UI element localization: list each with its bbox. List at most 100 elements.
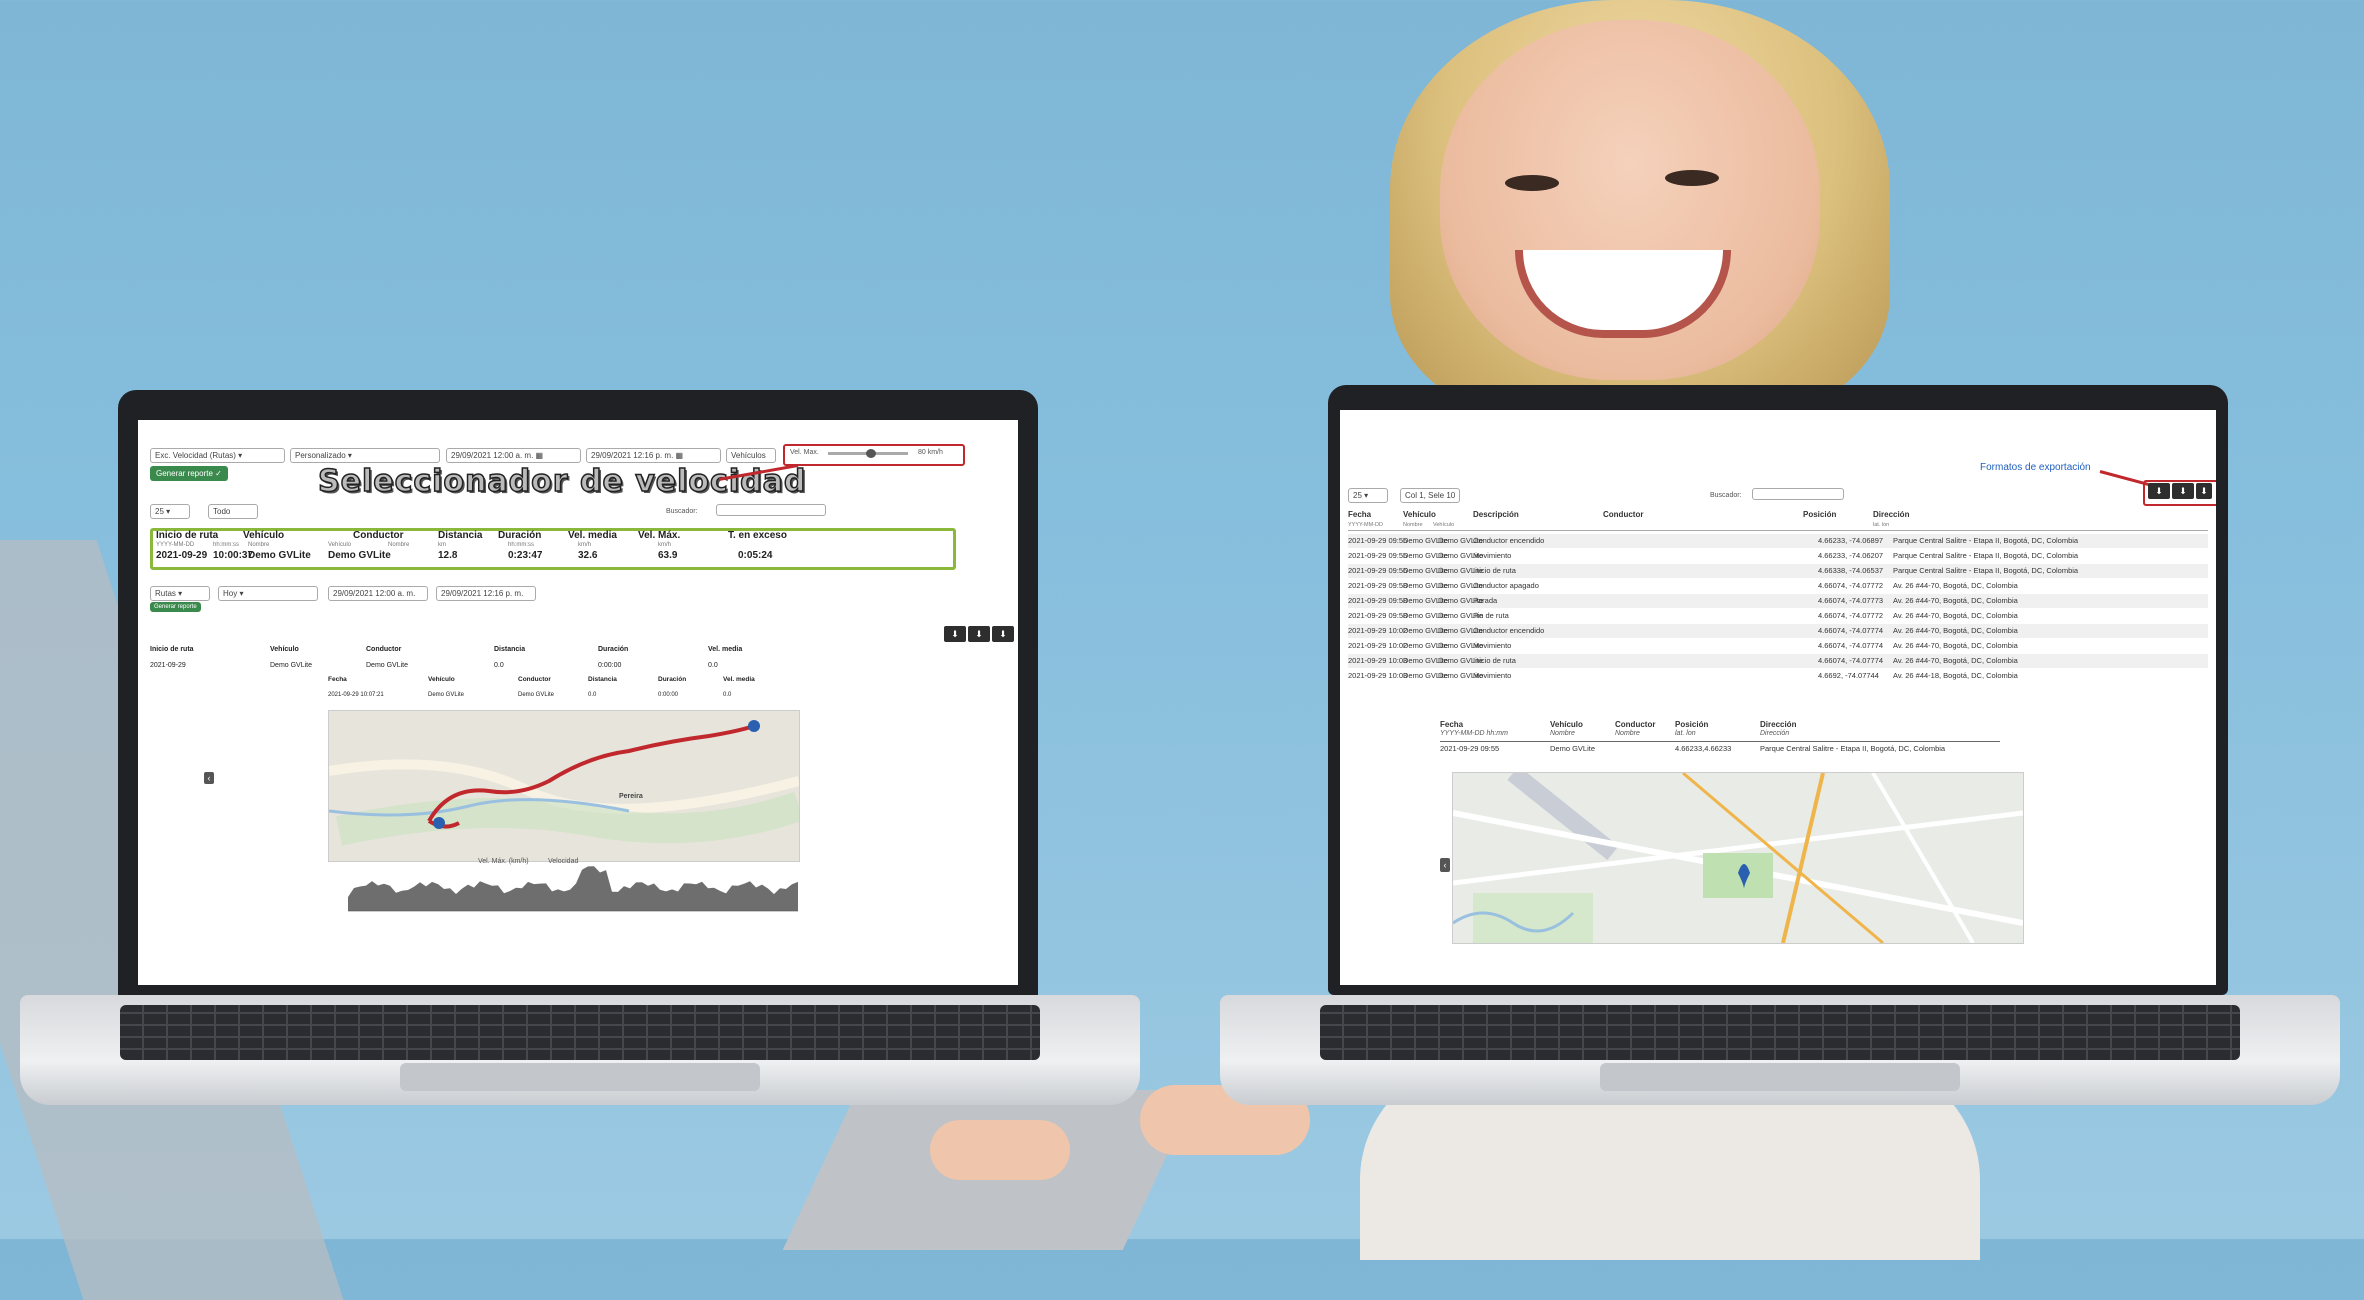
table-cell: Av. 26 #44-18, Bogotá, DC, Colombia bbox=[1893, 671, 2018, 680]
summary-unit-cell: hh:mm:ss bbox=[213, 542, 240, 548]
second-period-select[interactable]: Hoy ▾ bbox=[218, 586, 318, 601]
table-cell: 4.66233, -74.06897 bbox=[1818, 536, 1884, 545]
sub-header-cell: Conductor bbox=[518, 676, 551, 683]
export-csv-icon[interactable]: ⬇ bbox=[2196, 483, 2212, 499]
summary-header-cell[interactable]: Vel. media bbox=[568, 530, 617, 541]
detail-subheader-cell: Nombre bbox=[1615, 730, 1640, 737]
table-row[interactable]: 2021-09-29 09:55 Demo GVLite Demo GVLite Co… bbox=[1348, 534, 2208, 548]
table-cell: Av. 26 #44-70, Bogotá, DC, Colombia bbox=[1893, 626, 2018, 635]
location-map[interactable] bbox=[1452, 772, 2024, 944]
table-cell: Av. 26 #44-70, Bogotá, DC, Colombia bbox=[1893, 611, 2018, 620]
table-cell: 2021-09-29 09:55 bbox=[1348, 536, 1408, 545]
summary-header-cell[interactable]: Vehículo bbox=[243, 530, 284, 541]
table-cell: Conductor apagado bbox=[1473, 581, 1539, 590]
detail-value-cell: Demo GVLite bbox=[270, 662, 313, 669]
summary-header-cell[interactable]: Distancia bbox=[438, 530, 482, 541]
detail-header-cell[interactable]: Inicio de ruta bbox=[150, 646, 194, 653]
table-cell: Movimiento bbox=[1473, 551, 1512, 560]
table-row[interactable]: 2021-09-29 10:02 Demo GVLite Demo GVLite Co… bbox=[1348, 624, 2208, 638]
speed-slider-track[interactable] bbox=[828, 449, 908, 458]
columns-button[interactable]: Col 1, Sele 10 bbox=[1400, 488, 1460, 503]
export-csv-icon[interactable]: ⬇ bbox=[992, 626, 1014, 642]
export-pdf-icon[interactable]: ⬇ bbox=[2172, 483, 2194, 499]
map-prev-arrow-icon[interactable]: ‹ bbox=[204, 772, 214, 784]
table-row[interactable]: 2021-09-29 09:58 Demo GVLite Demo GVLite Pa… bbox=[1348, 594, 2208, 608]
detail-header-cell: Dirección bbox=[1760, 720, 1797, 729]
second-generate-button[interactable]: Generar reporte bbox=[150, 602, 201, 612]
summary-value-cell: 12.8 bbox=[438, 550, 458, 561]
search-input[interactable] bbox=[1752, 488, 1844, 500]
sub-value-cell: 0.0 bbox=[588, 692, 597, 698]
detail-value-cell: Parque Central Salitre - Etapa II, Bogot… bbox=[1760, 744, 1946, 753]
summary-header-cell[interactable]: Duración bbox=[498, 530, 541, 541]
sub-header-cell: Distancia bbox=[588, 676, 617, 683]
table-row[interactable]: 2021-09-29 10:03 Demo GVLite Demo GVLite In… bbox=[1348, 654, 2208, 668]
report-type-select[interactable]: Exc. Velocidad (Rutas) ▾ bbox=[150, 448, 285, 463]
vehicles-select[interactable]: Vehículos bbox=[726, 448, 776, 463]
export-pdf-icon[interactable]: ⬇ bbox=[968, 626, 990, 642]
search-input[interactable] bbox=[716, 504, 826, 516]
events-header-cell[interactable]: Posición bbox=[1803, 510, 1836, 519]
second-date-to[interactable]: 29/09/2021 12:16 p. m. bbox=[436, 586, 536, 601]
map-prev-arrow-icon[interactable]: ‹ bbox=[1440, 858, 1450, 872]
date-to-input[interactable]: 29/09/2021 12:16 p. m. ▦ bbox=[586, 448, 721, 463]
person-hand-right bbox=[930, 1120, 1070, 1180]
detail-header-cell[interactable]: Distancia bbox=[494, 646, 525, 653]
events-header-cell[interactable]: Vehículo bbox=[1403, 510, 1436, 519]
table-row[interactable]: 2021-09-29 09:58 Demo GVLite Demo GVLite Co… bbox=[1348, 579, 2208, 593]
detail-divider bbox=[1440, 741, 2000, 742]
detail-header-cell[interactable]: Conductor bbox=[366, 646, 401, 653]
speed-chart: Vel. Máx. (km/h) Velocidad bbox=[348, 858, 798, 915]
summary-value-cell: 32.6 bbox=[578, 550, 598, 561]
export-excel-icon[interactable]: ⬇ bbox=[2148, 483, 2170, 499]
page-size-select[interactable]: 25 ▾ bbox=[1348, 488, 1388, 503]
table-row[interactable]: 2021-09-29 10:02 Demo GVLite Demo GVLite Mo… bbox=[1348, 639, 2208, 653]
columns-button[interactable]: Todo bbox=[208, 504, 258, 519]
page-size-select[interactable]: 25 ▾ bbox=[150, 504, 190, 519]
summary-unit-cell: Nombre bbox=[248, 542, 270, 548]
export-excel-icon[interactable]: ⬇ bbox=[944, 626, 966, 642]
speed-slider-handle[interactable] bbox=[866, 449, 876, 458]
summary-header-cell[interactable]: Vel. Máx. bbox=[638, 530, 680, 541]
second-date-from[interactable]: 29/09/2021 12:00 a. m. bbox=[328, 586, 428, 601]
summary-unit-cell: km/h bbox=[578, 542, 592, 548]
events-header-cell[interactable]: Dirección bbox=[1873, 510, 1909, 519]
events-header-cell[interactable]: Conductor bbox=[1603, 510, 1643, 519]
route-map[interactable]: Pereira bbox=[328, 710, 800, 862]
table-cell: Parada bbox=[1473, 596, 1498, 605]
summary-header-cell[interactable]: T. en exceso bbox=[728, 530, 787, 541]
sub-header-cell: Duración bbox=[658, 676, 687, 683]
summary-header-cell[interactable]: Conductor bbox=[353, 530, 404, 541]
sub-value-cell: Demo GVLite bbox=[518, 692, 555, 698]
table-row[interactable]: 2021-09-29 09:55 Demo GVLite Demo GVLite Mo… bbox=[1348, 549, 2208, 563]
events-header-cell[interactable]: Descripción bbox=[1473, 510, 1519, 519]
table-cell: Movimiento bbox=[1473, 641, 1512, 650]
sub-header-cell: Vehículo bbox=[428, 676, 455, 683]
chart-legend-speed: Velocidad bbox=[548, 858, 579, 865]
search-label: Buscador: bbox=[1710, 492, 1742, 499]
summary-unit-cell: km bbox=[438, 542, 446, 548]
table-row[interactable]: 2021-09-29 10:03 Demo GVLite Demo GVLite Mo… bbox=[1348, 669, 2208, 683]
summary-value-cell: 0:05:24 bbox=[738, 550, 773, 561]
sub-header-cell: Fecha bbox=[328, 676, 347, 683]
sub-value-cell: 0.0 bbox=[723, 692, 732, 698]
events-subheader-cell: YYYY-MM-DD bbox=[1348, 522, 1383, 528]
export-formats-link[interactable]: Formatos de exportación bbox=[1980, 462, 2091, 473]
detail-header-cell[interactable]: Vel. media bbox=[708, 646, 742, 653]
date-from-input[interactable]: 29/09/2021 12:00 a. m. ▦ bbox=[446, 448, 581, 463]
speed-filter-label: Vel. Max. bbox=[790, 449, 819, 456]
detail-value-cell: Demo GVLite bbox=[1550, 744, 1596, 753]
second-report-select[interactable]: Rutas ▾ bbox=[150, 586, 210, 601]
summary-header-cell[interactable]: Inicio de ruta bbox=[156, 530, 218, 541]
detail-value-cell: 0:00:00 bbox=[598, 662, 622, 669]
summary-value-cell: Demo GVLite bbox=[248, 550, 311, 561]
table-row[interactable]: 2021-09-29 09:58 Demo GVLite Demo GVLite Fi… bbox=[1348, 609, 2208, 623]
chart-legend-max: Vel. Máx. (km/h) bbox=[478, 858, 529, 865]
table-row[interactable]: 2021-09-29 09:56 Demo GVLite Demo GVLite In… bbox=[1348, 564, 2208, 578]
detail-header-cell[interactable]: Duración bbox=[598, 646, 628, 653]
period-select[interactable]: Personalizado ▾ bbox=[290, 448, 440, 463]
events-header-cell[interactable]: Fecha bbox=[1348, 510, 1371, 519]
generate-report-button[interactable]: Generar reporte ✓ bbox=[150, 466, 228, 481]
detail-header-cell[interactable]: Vehículo bbox=[270, 646, 299, 653]
sub-value-cell: 2021-09-29 10:07:21 bbox=[328, 692, 384, 698]
